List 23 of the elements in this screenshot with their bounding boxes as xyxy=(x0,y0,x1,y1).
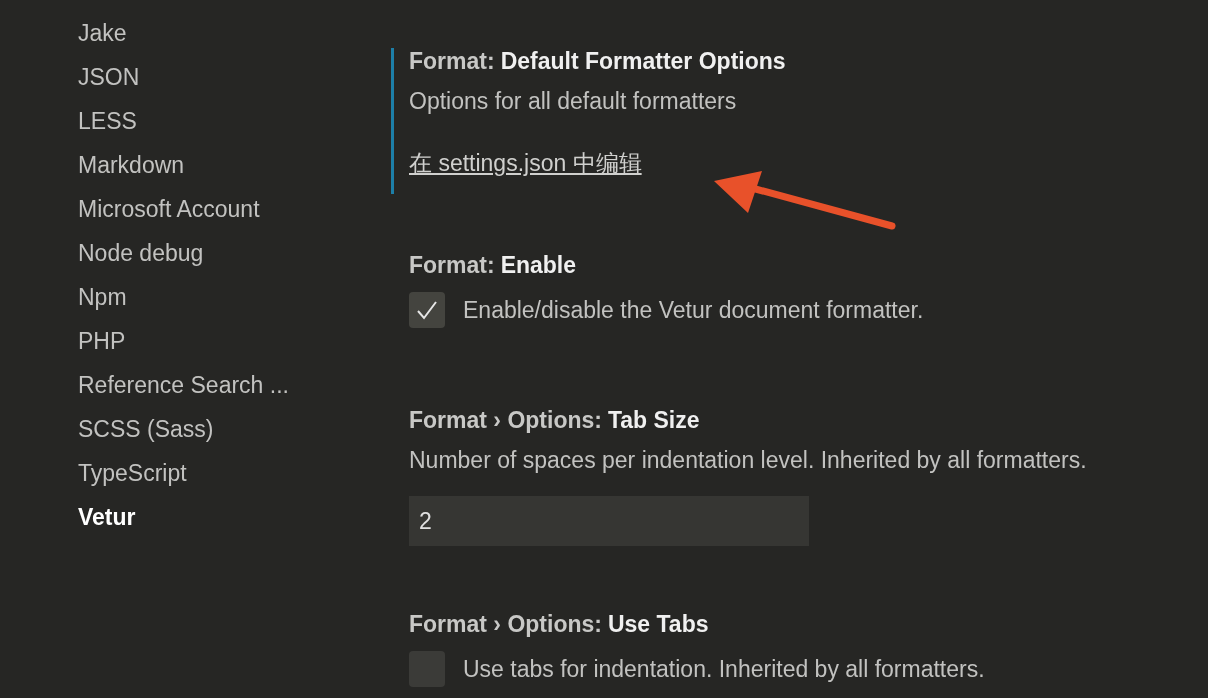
sidebar-item[interactable]: Jake xyxy=(78,11,330,55)
setting-title: Format › Options: Tab Size xyxy=(409,406,701,435)
sidebar-item[interactable]: Npm xyxy=(78,275,330,319)
setting-title: Format: Default Formatter Options xyxy=(409,47,787,76)
sidebar-item[interactable]: Vetur xyxy=(78,495,330,539)
setting-description: Use tabs for indentation. Inherited by all formatters. xyxy=(463,655,985,684)
tab-size-input[interactable]: 2 xyxy=(409,496,809,546)
sidebar-item[interactable]: JSON xyxy=(78,55,330,99)
setting-description: Enable/disable the Vetur document formatter. xyxy=(463,296,924,325)
edit-in-settings-json-link[interactable]: 在 settings.json 中编辑 xyxy=(409,150,642,176)
sidebar-item[interactable]: Markdown xyxy=(78,143,330,187)
setting-title: Format: Enable xyxy=(409,251,578,280)
sidebar-item[interactable]: Reference Search ... xyxy=(78,363,330,407)
sidebar-item[interactable]: TypeScript xyxy=(78,451,330,495)
setting-description: Number of spaces per indentation level. Inherited by all formatters. xyxy=(409,446,1087,475)
setting-description: Options for all default formatters xyxy=(409,87,738,116)
sidebar-item[interactable]: SCSS (Sass) xyxy=(78,407,330,451)
sidebar-item[interactable]: Node debug xyxy=(78,231,330,275)
sidebar-item[interactable]: LESS xyxy=(78,99,330,143)
sidebar-item[interactable]: Microsoft Account xyxy=(78,187,330,231)
checkbox[interactable] xyxy=(409,292,445,328)
setting-title: Format › Options: Use Tabs xyxy=(409,610,710,639)
sidebar-item[interactable]: PHP xyxy=(78,319,330,363)
